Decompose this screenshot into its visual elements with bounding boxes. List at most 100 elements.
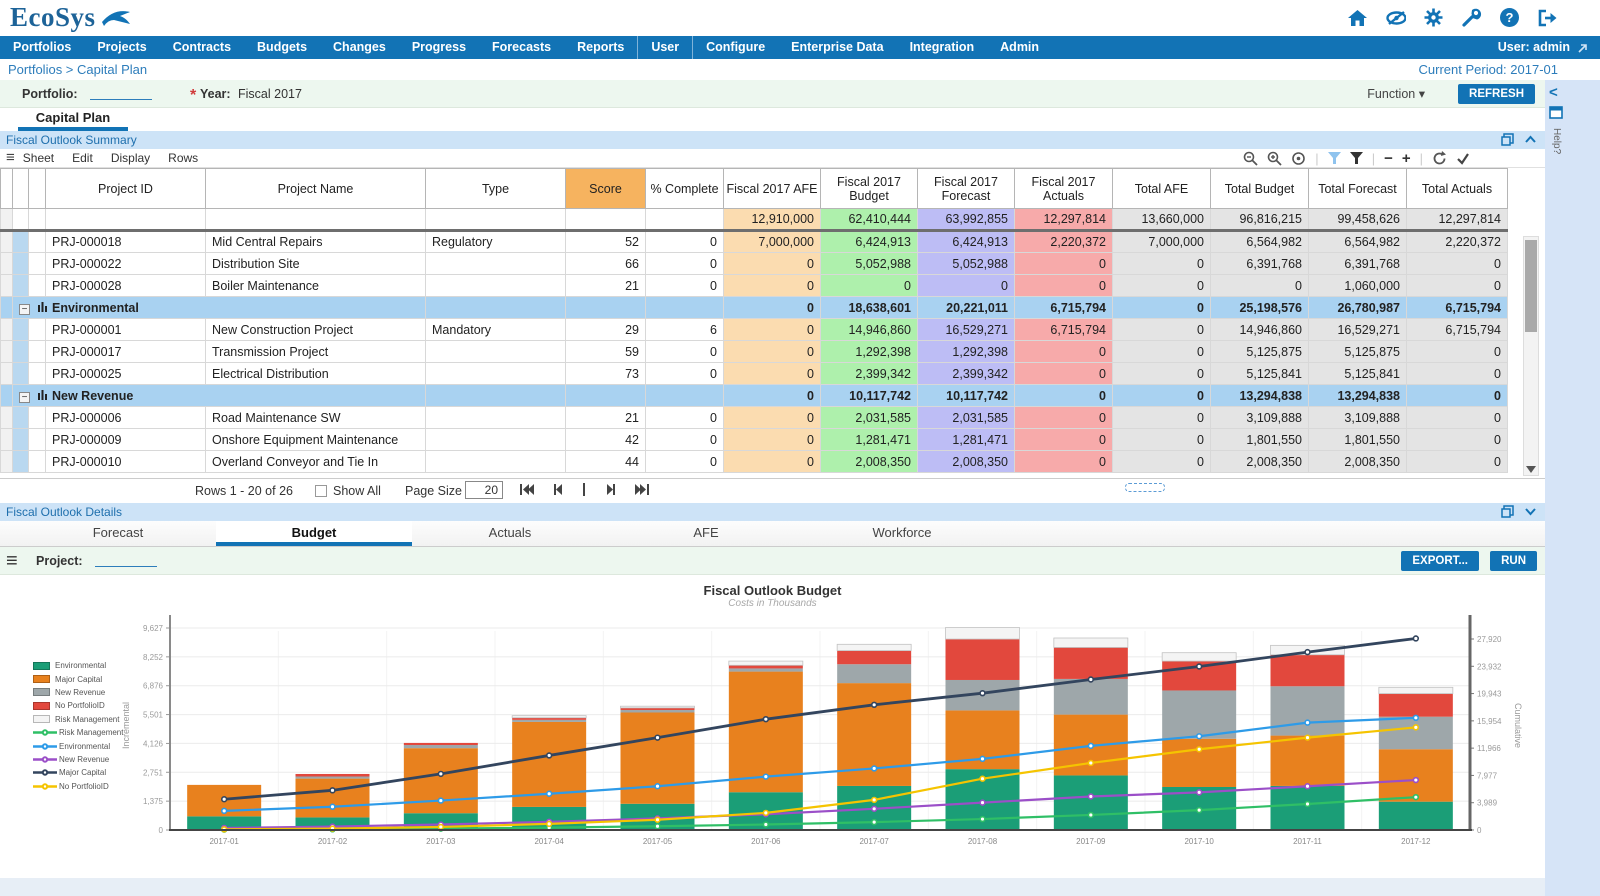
nav-item-configure[interactable]: Configure [693,36,778,59]
vertical-scrollbar[interactable] [1523,236,1539,476]
column-header[interactable]: Fiscal 2017 Budget [820,168,918,209]
target-icon[interactable] [1291,151,1306,166]
column-header[interactable]: Score [565,168,646,209]
project-value-link[interactable] [95,554,157,567]
scrollbar-thumb[interactable] [1525,240,1537,332]
tab-afe[interactable]: AFE [608,521,804,546]
year-value[interactable]: Fiscal 2017 [238,87,302,101]
row-handle[interactable] [0,274,13,297]
column-header[interactable]: Project Name [205,168,426,209]
column-header[interactable]: Fiscal 2017 Forecast [917,168,1015,209]
project-row[interactable]: PRJ-000018 Mid Central Repairs Regulatory 5… [0,230,1508,253]
row-select[interactable] [12,340,29,363]
nav-item-user[interactable]: User [637,36,694,59]
row-handle[interactable] [0,406,13,429]
help-tab-label[interactable]: Help? [1551,128,1562,154]
panel-restore-icon[interactable] [1549,106,1563,124]
run-button[interactable]: RUN [1490,551,1537,571]
filter-icon[interactable] [1349,152,1363,165]
project-row[interactable]: PRJ-000025 Electrical Distribution 73 0 0 2,3… [0,362,1508,385]
nav-item-changes[interactable]: Changes [320,36,399,59]
row-handle[interactable] [0,340,13,363]
column-header[interactable]: Fiscal 2017 AFE [723,168,821,209]
tools-icon[interactable] [1461,7,1482,28]
collapse-left-icon[interactable]: < [1549,84,1558,101]
row-handle[interactable] [0,252,13,275]
export-button[interactable]: EXPORT... [1401,551,1479,571]
breadcrumb[interactable]: Portfolios > Capital Plan [8,62,147,77]
column-header[interactable]: Type [425,168,566,209]
column-header[interactable]: Fiscal 2017 Actuals [1014,168,1113,209]
help-icon[interactable]: ? [1499,7,1520,28]
column-header[interactable]: Project ID [45,168,206,209]
refresh-button[interactable]: REFRESH [1458,84,1535,104]
ecosys-logo[interactable]: EcoSys [10,2,134,33]
collapse-group-icon[interactable]: − [19,391,30,403]
tab-workforce[interactable]: Workforce [804,521,1000,546]
grid-menu-icon[interactable]: ≡ [6,150,15,166]
column-header[interactable]: Total Budget [1210,168,1309,209]
row-select[interactable] [12,362,29,385]
home-icon[interactable] [1347,7,1368,28]
row-select[interactable] [12,428,29,451]
row-select[interactable] [12,230,29,253]
project-row[interactable]: PRJ-000001 New Construction Project Mandat… [0,318,1508,341]
portfolio-value-link[interactable] [90,87,152,100]
last-page-icon[interactable] [635,484,649,498]
expand-plus-icon[interactable]: + [1402,150,1411,167]
details-menu-icon[interactable]: ≡ [6,550,18,573]
show-all-checkbox[interactable] [315,485,327,497]
previous-page-icon[interactable] [554,484,563,498]
row-select[interactable] [12,274,29,297]
nav-item-integration[interactable]: Integration [897,36,988,59]
group-row[interactable]: − Environmental 0 18,638,601 20,221,011 6,715… [0,296,1508,319]
group-row[interactable]: − New Revenue 0 10,117,742 10,117,742 0 0 13,29… [0,384,1508,407]
nav-item-budgets[interactable]: Budgets [244,36,320,59]
next-page-icon[interactable] [606,484,615,498]
apply-check-icon[interactable] [1456,152,1470,165]
refresh-grid-icon[interactable] [1432,151,1447,166]
filter-active-icon[interactable] [1327,152,1341,165]
settings-icon[interactable] [1423,7,1444,28]
tab-forecast[interactable]: Forecast [20,521,216,546]
collapse-group-icon[interactable]: − [19,303,30,315]
tab-capital-plan[interactable]: Capital Plan [18,108,128,131]
column-header[interactable]: % Complete [645,168,724,209]
tab-actuals[interactable]: Actuals [412,521,608,546]
nav-item-progress[interactable]: Progress [399,36,479,59]
column-header[interactable]: Total Actuals [1406,168,1508,209]
menu-item-sheet[interactable]: Sheet [23,151,54,165]
scrollbar-down-arrow[interactable] [1526,466,1536,473]
page-size-input[interactable]: 20 [465,481,503,499]
zoom-in-icon[interactable] [1267,151,1282,166]
project-row[interactable]: PRJ-000006 Road Maintenance SW 21 0 0 2,031,5… [0,406,1508,429]
row-select[interactable] [12,252,29,275]
menu-item-rows[interactable]: Rows [168,151,198,165]
nav-item-enterprise-data[interactable]: Enterprise Data [778,36,896,59]
nav-item-projects[interactable]: Projects [84,36,159,59]
column-header[interactable]: Total Forecast [1308,168,1407,209]
collapse-minus-icon[interactable]: − [1384,150,1393,167]
function-dropdown[interactable]: Function ▾ [1367,86,1425,101]
user-label[interactable]: User: admin [1498,36,1570,59]
row-select[interactable] [12,406,29,429]
menu-item-edit[interactable]: Edit [72,151,93,165]
external-arrow-icon[interactable] [1577,41,1588,59]
nav-item-portfolios[interactable]: Portfolios [0,36,84,59]
project-row[interactable]: PRJ-000009 Onshore Equipment Maintenance 4… [0,428,1508,451]
horizontal-scroll-thumb[interactable] [1125,483,1165,492]
row-handle[interactable] [0,362,13,385]
logout-icon[interactable] [1537,7,1558,28]
project-row[interactable]: PRJ-000022 Distribution Site 66 0 0 5,052,988… [0,252,1508,275]
project-row[interactable]: PRJ-000010 Overland Conveyor and Tie In 44… [0,450,1508,473]
nav-item-reports[interactable]: Reports [564,36,637,59]
project-row[interactable]: PRJ-000028 Boiler Maintenance 21 0 0 0 0 0 0 0 1,0… [0,274,1508,297]
nav-item-admin[interactable]: Admin [987,36,1052,59]
row-handle[interactable] [0,318,13,341]
column-header[interactable]: Total AFE [1112,168,1211,209]
row-select[interactable] [12,450,29,473]
project-row[interactable]: PRJ-000017 Transmission Project 59 0 0 1,292,… [0,340,1508,363]
nav-item-forecasts[interactable]: Forecasts [479,36,564,59]
row-handle[interactable] [0,230,13,253]
nav-item-contracts[interactable]: Contracts [160,36,244,59]
